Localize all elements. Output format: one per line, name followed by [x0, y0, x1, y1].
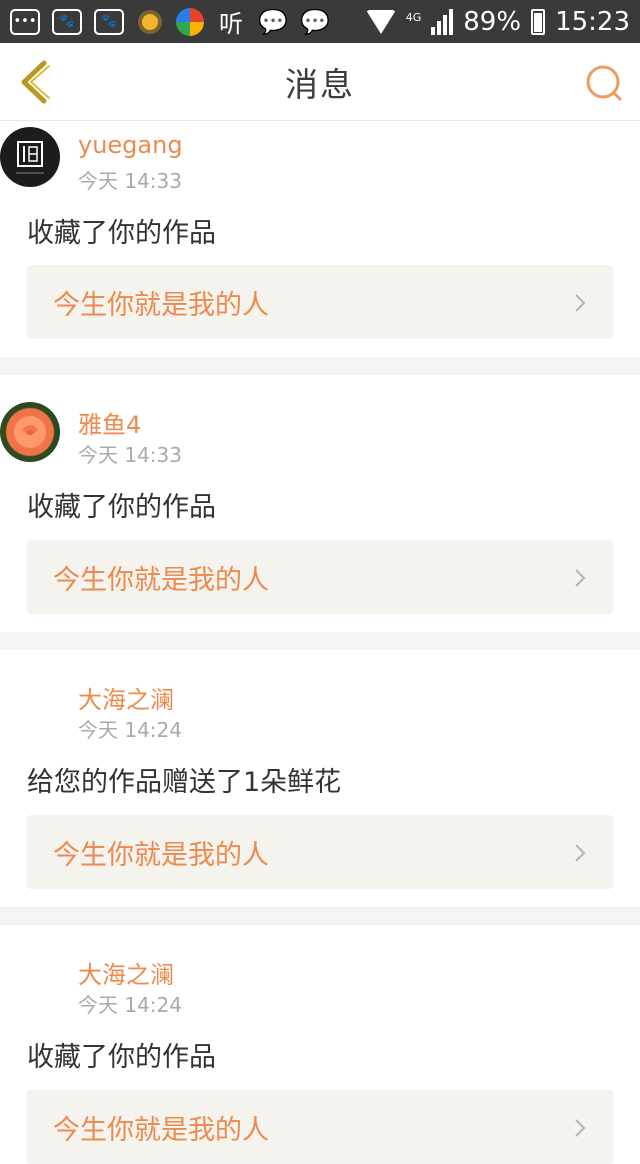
logo-avatar-icon [16, 141, 44, 174]
chevron-right-icon [575, 294, 586, 312]
rose-icon [14, 416, 46, 448]
chevron-right-icon [575, 844, 586, 862]
avatar[interactable] [0, 677, 60, 737]
listen-app-icon: 听 [219, 10, 243, 38]
weather-sun-icon [136, 8, 164, 36]
message-card: 大海之澜 今天 14:24 收藏了你的作品 今生你就是我的人 [0, 925, 640, 1164]
network-type: 4G [405, 10, 422, 24]
work-link[interactable]: 今生你就是我的人 [27, 1090, 613, 1164]
status-bar: ••• 🐾 🐾 听 💬 💬 4G 89% 15:23 [0, 0, 640, 43]
separator [0, 907, 640, 925]
work-title: 今生你就是我的人 [53, 1114, 269, 1146]
message-text: 收藏了你的作品 [27, 1042, 216, 1073]
battery-icon [531, 8, 546, 35]
work-title: 今生你就是我的人 [53, 839, 269, 871]
wechat-icon: 💬 [258, 7, 288, 36]
work-link[interactable]: 今生你就是我的人 [27, 815, 613, 889]
search-icon[interactable] [584, 63, 624, 103]
username[interactable]: 雅鱼4 [78, 405, 141, 440]
battery-percent: 89% [463, 6, 522, 37]
username[interactable]: 大海之澜 [78, 680, 174, 715]
message-card: yuegang 今天 14:33 收藏了你的作品 今生你就是我的人 [0, 121, 640, 357]
avatar[interactable] [0, 127, 60, 187]
timestamp: 今天 14:33 [78, 169, 182, 193]
avatar[interactable] [0, 952, 60, 1012]
wechat-icon: 💬 [300, 7, 330, 36]
work-title: 今生你就是我的人 [53, 289, 269, 321]
message-text: 收藏了你的作品 [27, 218, 216, 249]
work-link[interactable]: 今生你就是我的人 [27, 265, 613, 339]
chevron-right-icon [575, 1119, 586, 1137]
timestamp: 今天 14:33 [78, 443, 182, 467]
timestamp: 今天 14:24 [78, 718, 182, 742]
username[interactable]: yuegang [78, 131, 183, 159]
message-text: 给您的作品赠送了1朵鲜花 [27, 767, 342, 798]
work-title: 今生你就是我的人 [53, 564, 269, 596]
separator [0, 632, 640, 650]
baidu-paw-icon: 🐾 [52, 8, 82, 35]
nav-bar: 消息 [0, 43, 640, 121]
baidu-paw-icon: 🐾 [94, 8, 124, 35]
clock: 15:23 [555, 6, 630, 37]
page-title: 消息 [285, 64, 355, 104]
chevron-left-icon[interactable] [16, 59, 56, 105]
timestamp: 今天 14:24 [78, 993, 182, 1017]
avatar[interactable] [0, 402, 60, 462]
app-swirl-icon [176, 7, 204, 36]
wifi-icon [365, 9, 396, 34]
chevron-right-icon [575, 569, 586, 587]
message-list: yuegang 今天 14:33 收藏了你的作品 今生你就是我的人 雅鱼4 今天… [0, 121, 640, 1164]
work-link[interactable]: 今生你就是我的人 [27, 540, 613, 614]
username[interactable]: 大海之澜 [78, 955, 174, 990]
message-card: 雅鱼4 今天 14:33 收藏了你的作品 今生你就是我的人 [0, 375, 640, 632]
chat-bubble-icon: ••• [10, 8, 40, 35]
message-text: 收藏了你的作品 [27, 492, 216, 523]
signal-icon [431, 8, 454, 35]
message-card: 大海之澜 今天 14:24 给您的作品赠送了1朵鲜花 今生你就是我的人 [0, 650, 640, 907]
separator [0, 357, 640, 375]
